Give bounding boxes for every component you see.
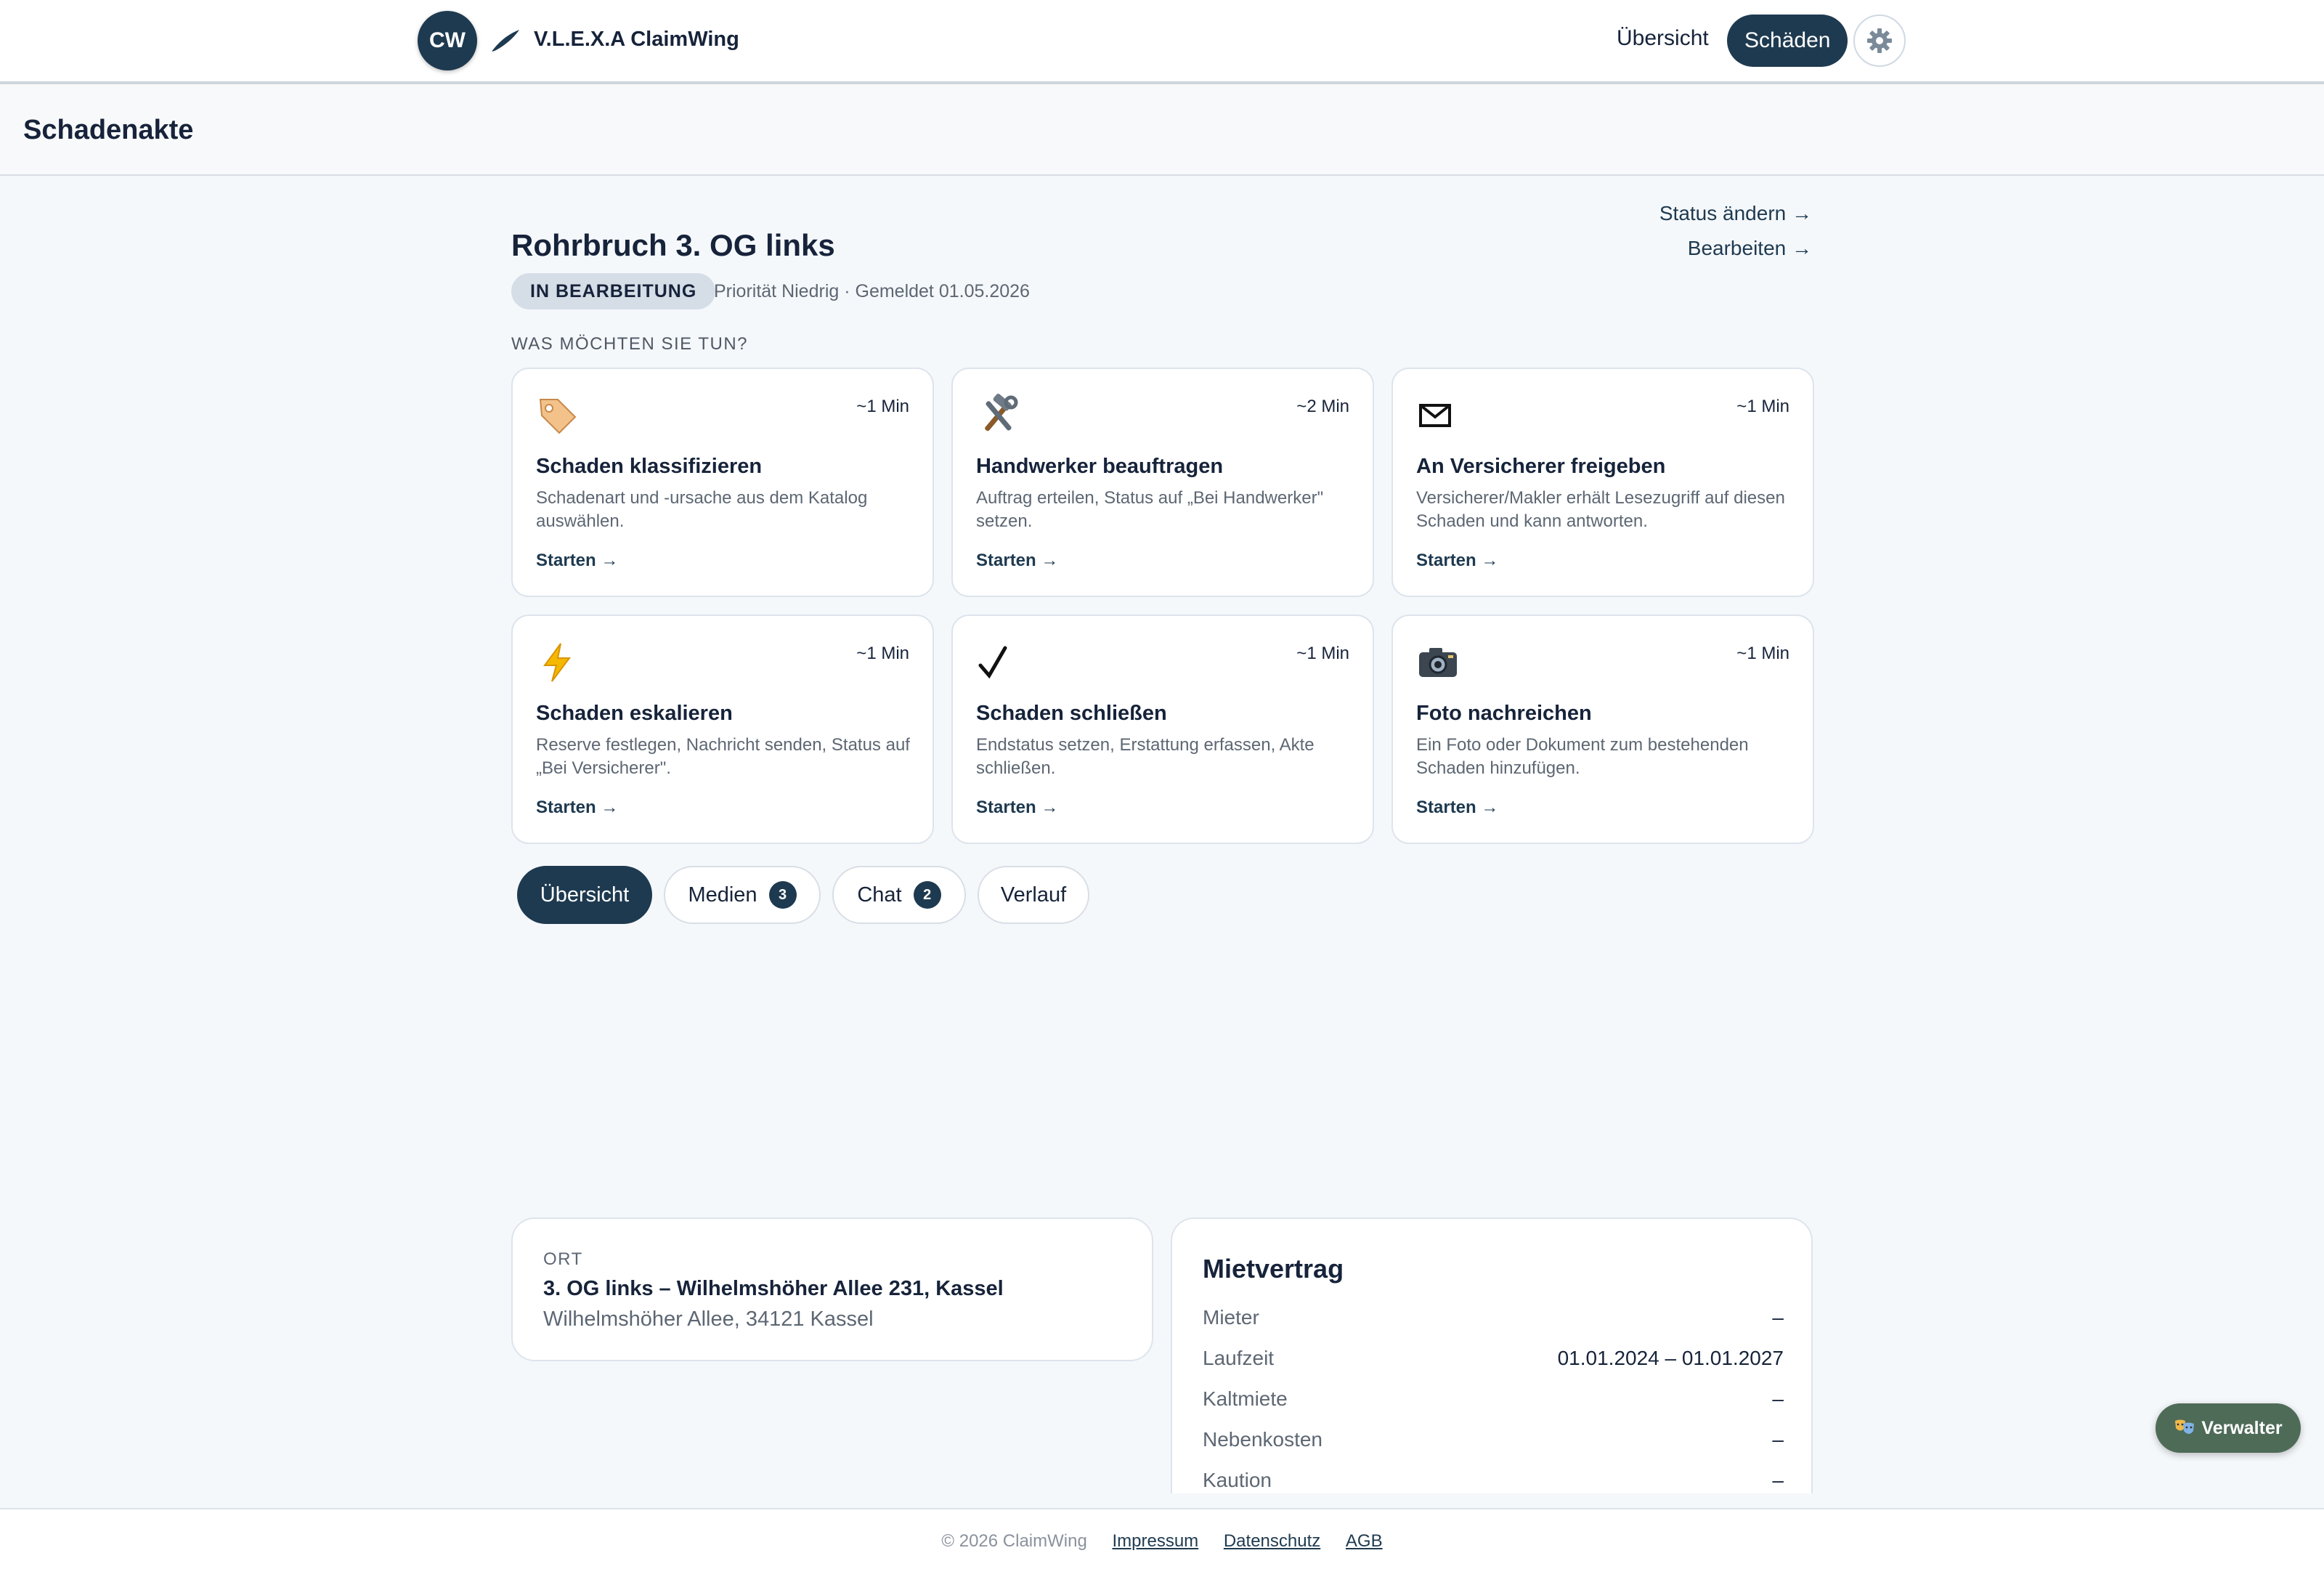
row-label: Nebenkosten [1203, 1428, 1323, 1451]
edit-link[interactable]: Bearbeiten → [1688, 237, 1812, 260]
footer: © 2026 ClaimWing Impressum Datenschutz A… [0, 1508, 2324, 1569]
theater-masks-icon [2175, 1419, 2195, 1434]
page-header: Schadenakte [0, 84, 2324, 176]
feather-logo-icon [492, 30, 519, 52]
card-title: Schaden eskalieren [536, 702, 733, 725]
footer-link-imprint[interactable]: Impressum [1112, 1531, 1198, 1551]
tab-overview[interactable]: Übersicht [517, 866, 652, 924]
action-card-insurer[interactable]: ~1 Min An Versicherer freigeben Versiche… [1391, 368, 1814, 597]
top-navigation-bar: CW V.L.E.X.A ClaimWing Übersicht Schäden [0, 0, 2324, 84]
role-label: Verwalter [2201, 1417, 2283, 1438]
card-description: Versicherer/Makler erhält Lesezugriff au… [1416, 488, 1785, 531]
card-duration: ~1 Min [856, 644, 909, 663]
tools-icon [985, 394, 1018, 431]
row-label: Mieter [1203, 1306, 1259, 1329]
card-description: Schadenart und -ursache aus dem Katalog … [536, 488, 868, 531]
checkmark-icon [978, 646, 1007, 679]
card-duration: ~2 Min [1296, 397, 1349, 416]
card-title: Handwerker beauftragen [976, 455, 1224, 478]
actions-section-label: WAS MÖCHTEN SIE TUN? [511, 334, 749, 354]
card-start-link[interactable]: Starten → [1416, 798, 1498, 818]
contract-row-tenant: Mieter – [1203, 1306, 1784, 1335]
card-description: Auftrag erteilen, Status auf „Bei Handwe… [976, 488, 1324, 531]
card-description: Endstatus setzen, Erstattung erfassen, A… [976, 735, 1315, 778]
contract-row-term: Laufzeit 01.01.2024 – 01.01.2027 [1203, 1347, 1784, 1376]
location-address: Wilhelmshöher Allee, 34121 Kassel [543, 1308, 874, 1331]
row-value: – [1772, 1387, 1784, 1410]
action-card-escalate[interactable]: ~1 Min Schaden eskalieren Reserve festle… [511, 615, 934, 844]
tab-chat[interactable]: Chat 2 [832, 866, 966, 924]
lightning-icon [543, 643, 571, 682]
camera-icon [1419, 648, 1457, 677]
contract-title: Mietvertrag [1203, 1254, 1344, 1284]
card-title: Schaden klassifizieren [536, 455, 763, 478]
envelope-icon [1419, 404, 1451, 427]
tab-label: Verlauf [1000, 883, 1067, 907]
gear-icon [1867, 28, 1892, 53]
row-value: 01.01.2024 – 01.01.2027 [1557, 1347, 1784, 1369]
card-duration: ~1 Min [1736, 397, 1789, 416]
location-title: 3. OG links – Wilhelmshöher Allee 231, K… [543, 1277, 1004, 1300]
footer-link-privacy[interactable]: Datenschutz [1224, 1531, 1320, 1551]
brand-name[interactable]: V.L.E.X.A ClaimWing [534, 28, 739, 52]
card-description: Ein Foto oder Dokument zum bestehenden S… [1416, 735, 1749, 778]
footer-link-terms[interactable]: AGB [1346, 1531, 1383, 1551]
card-duration: ~1 Min [856, 397, 909, 416]
tag-icon [539, 399, 577, 434]
tab-label: Chat [857, 883, 902, 907]
card-start-link[interactable]: Starten → [976, 551, 1058, 571]
row-label: Laufzeit [1203, 1347, 1275, 1369]
card-title: Foto nachreichen [1416, 702, 1592, 725]
change-status-link[interactable]: Status ändern → [1659, 202, 1812, 225]
card-description: Reserve festlegen, Nachricht senden, Sta… [536, 735, 910, 778]
row-value: – [1772, 1306, 1784, 1329]
row-label: Kaltmiete [1203, 1387, 1288, 1410]
contract-row-deposit: Kaution – [1203, 1469, 1784, 1493]
tab-count-badge: 3 [768, 881, 797, 909]
card-start-link[interactable]: Starten → [1416, 551, 1498, 571]
footer-content: © 2026 ClaimWing Impressum Datenschutz A… [0, 1531, 2324, 1552]
nav-claims-button[interactable]: Schäden [1727, 15, 1848, 67]
card-duration: ~1 Min [1296, 644, 1349, 663]
card-title: Schaden schließen [976, 702, 1167, 725]
nav-overview-link[interactable]: Übersicht [1617, 26, 1709, 51]
claim-title: Rohrbruch 3. OG links [511, 228, 835, 262]
tab-history[interactable]: Verlauf [978, 866, 1089, 924]
card-start-link[interactable]: Starten → [976, 798, 1058, 818]
role-switch-button[interactable]: Verwalter [2156, 1403, 2301, 1453]
footer-copyright: © 2026 ClaimWing [941, 1531, 1087, 1551]
tab-label: Übersicht [540, 883, 630, 907]
row-label: Kaution [1203, 1469, 1272, 1491]
logo-avatar[interactable]: CW [418, 11, 477, 70]
lease-contract-card: Mietvertrag Mieter – Laufzeit 01.01.2024… [1171, 1217, 1813, 1493]
tab-label: Medien [688, 883, 757, 907]
tab-count-badge: 2 [913, 881, 941, 909]
action-card-classify[interactable]: ~1 Min Schaden klassifizieren Schadenart… [511, 368, 934, 597]
action-card-contractor[interactable]: ~2 Min Handwerker beauftragen Auftrag er… [951, 368, 1374, 597]
location-card: ORT 3. OG links – Wilhelmshöher Allee 23… [511, 1217, 1153, 1361]
action-card-close[interactable]: ~1 Min Schaden schließen Endstatus setze… [951, 615, 1374, 844]
claim-meta: Priorität Niedrig · Gemeldet 01.05.2026 [714, 281, 1030, 301]
tab-media[interactable]: Medien 3 [664, 866, 821, 924]
card-start-link[interactable]: Starten → [536, 551, 618, 571]
card-duration: ~1 Min [1736, 644, 1789, 663]
row-value: – [1772, 1428, 1784, 1451]
settings-button[interactable] [1853, 15, 1906, 67]
contract-row-base-rent: Kaltmiete – [1203, 1387, 1784, 1416]
card-title: An Versicherer freigeben [1416, 455, 1666, 478]
contract-row-utilities: Nebenkosten – [1203, 1428, 1784, 1457]
row-value: – [1772, 1469, 1784, 1491]
location-label: ORT [543, 1249, 583, 1269]
card-start-link[interactable]: Starten → [536, 798, 618, 818]
page-title: Schadenakte [23, 115, 194, 145]
action-card-photo[interactable]: ~1 Min Foto nachreichen Ein Foto oder Do… [1391, 615, 1814, 844]
status-badge: IN BEARBEITUNG [511, 273, 716, 309]
